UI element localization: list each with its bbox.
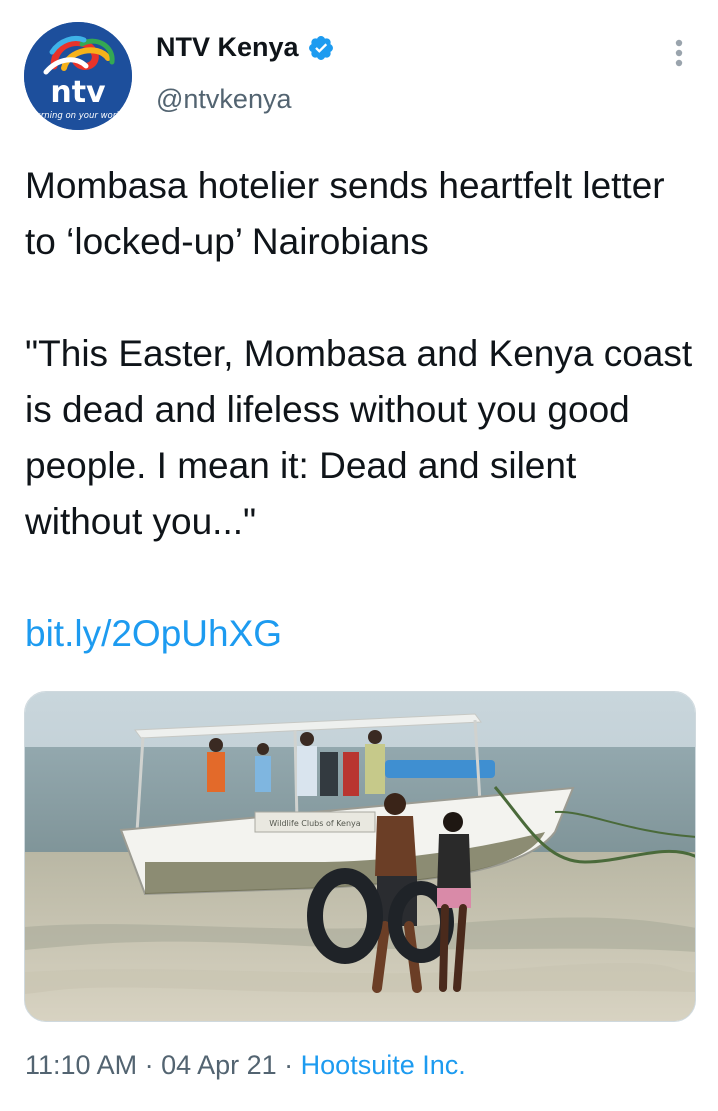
tweet-time[interactable]: 11:10 AM bbox=[25, 1050, 137, 1080]
meta-separator: · bbox=[276, 1050, 301, 1080]
beach-boat-photo: Wildlife Clubs of Kenya bbox=[25, 692, 695, 1021]
tweet-link[interactable]: bit.ly/2OpUhXG bbox=[25, 613, 282, 654]
meta-separator: · bbox=[137, 1050, 162, 1080]
ntv-logo: ntv turning on your world bbox=[24, 22, 132, 130]
verified-badge-icon bbox=[307, 34, 335, 62]
tweet: ntv turning on your world NTV Kenya @ntv… bbox=[0, 0, 718, 1111]
boat-name-text: Wildlife Clubs of Kenya bbox=[269, 819, 360, 828]
tweet-headline: Mombasa hotelier sends heartfelt letter … bbox=[25, 165, 665, 262]
author-name[interactable]: NTV Kenya bbox=[156, 32, 335, 63]
author-name-text[interactable]: NTV Kenya bbox=[156, 32, 299, 63]
tweet-date[interactable]: 04 Apr 21 bbox=[161, 1050, 277, 1080]
more-vertical-icon[interactable] bbox=[666, 36, 692, 70]
tweet-quote: "This Easter, Mombasa and Kenya coast is… bbox=[25, 333, 693, 542]
tweet-text: Mombasa hotelier sends heartfelt letter … bbox=[25, 158, 695, 662]
author-handle[interactable]: @ntvkenya bbox=[156, 84, 291, 115]
avatar-logo-text: ntv bbox=[50, 75, 106, 110]
tweet-meta: 11:10 AM · 04 Apr 21 · Hootsuite Inc. bbox=[25, 1050, 466, 1081]
tweet-source[interactable]: Hootsuite Inc. bbox=[301, 1050, 466, 1080]
avatar[interactable]: ntv turning on your world bbox=[24, 22, 132, 130]
tweet-photo[interactable]: Wildlife Clubs of Kenya bbox=[24, 691, 696, 1022]
avatar-tagline: turning on your world bbox=[32, 111, 125, 121]
